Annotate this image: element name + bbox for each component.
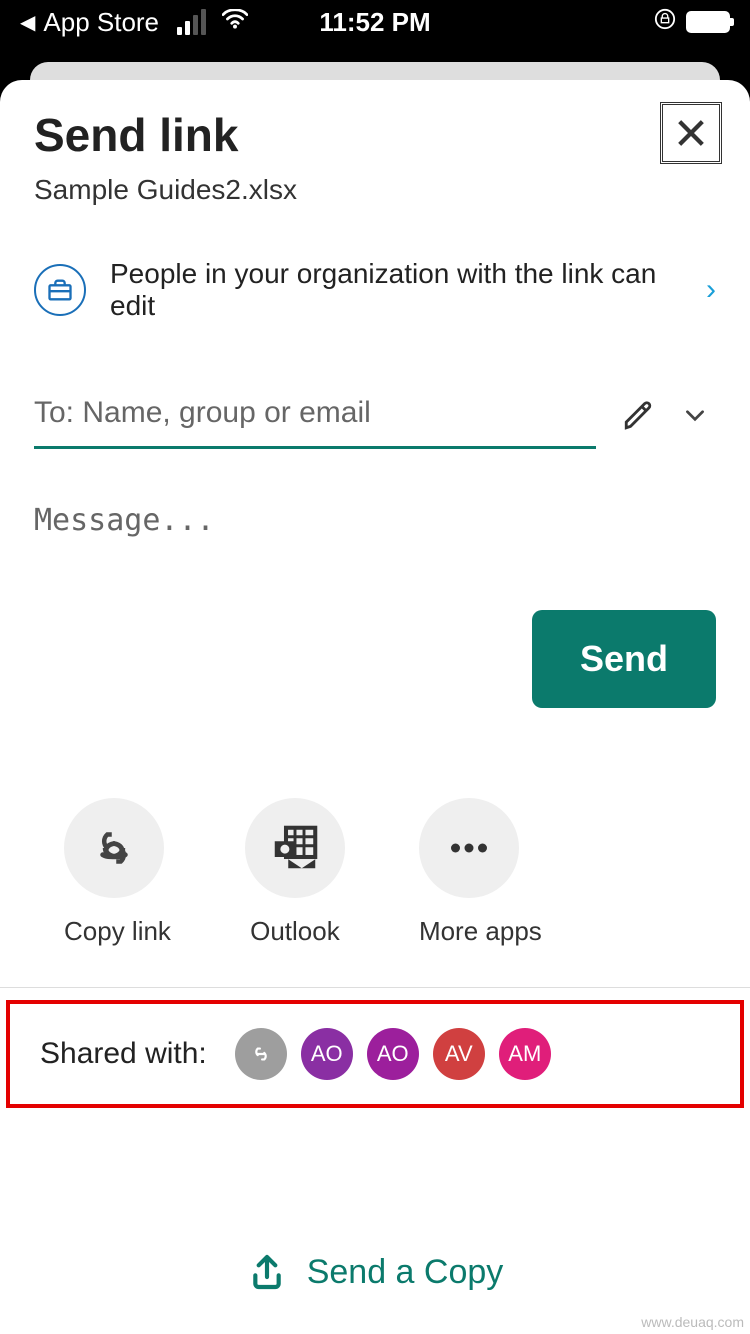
user-avatar[interactable]: AO [301,1028,353,1080]
close-button[interactable] [660,102,722,164]
watermark: www.deuaq.com [641,1314,744,1330]
outlook-icon [268,821,322,875]
user-avatar[interactable]: AV [433,1028,485,1080]
user-avatar[interactable]: AO [367,1028,419,1080]
more-icon [442,821,496,875]
copy-link-label: Copy link [64,916,171,947]
user-avatar[interactable]: AM [499,1028,551,1080]
send-copy-button[interactable]: Send a Copy [0,1252,750,1292]
shared-with-label: Shared with: [40,1037,207,1071]
dialog-title: Send link [34,108,331,162]
pencil-icon[interactable] [622,398,656,437]
status-bar: ◀ App Store 11:52 PM [0,0,750,44]
clock: 11:52 PM [319,7,430,38]
link-icon [87,821,141,875]
back-app-label[interactable]: App Store [43,7,159,38]
chevron-down-icon[interactable] [682,399,708,436]
outlook-option[interactable]: Outlook [245,798,345,947]
outlook-label: Outlook [245,916,345,947]
back-caret-icon: ◀ [20,10,35,35]
recipient-input[interactable] [34,386,596,449]
divider [0,987,750,988]
message-input[interactable] [34,503,716,623]
share-options: Copy link Outlook More apps [0,688,750,947]
briefcase-icon [34,264,86,316]
shared-with-row[interactable]: Shared with: AO AO AV AM [6,1000,744,1108]
signal-icon [177,9,206,35]
shared-link-avatar[interactable] [235,1028,287,1080]
close-icon [674,116,708,150]
wifi-icon [222,9,248,35]
send-copy-label: Send a Copy [307,1253,504,1292]
more-apps-label: More apps [419,916,542,947]
chevron-right-icon: › [706,273,716,307]
copy-link-option[interactable]: Copy link [64,798,171,947]
send-button[interactable]: Send [532,610,716,708]
more-apps-option[interactable]: More apps [419,798,542,947]
send-copy-icon [247,1252,287,1292]
filename-label: Sample Guides2.xlsx [34,162,331,206]
battery-icon [686,11,730,33]
rotation-lock-icon [654,8,676,36]
share-sheet: Send link Sample Guides2.xlsx People in … [0,80,750,1334]
permission-row[interactable]: People in your organization with the lin… [0,206,750,322]
permission-text: People in your organization with the lin… [110,258,682,322]
